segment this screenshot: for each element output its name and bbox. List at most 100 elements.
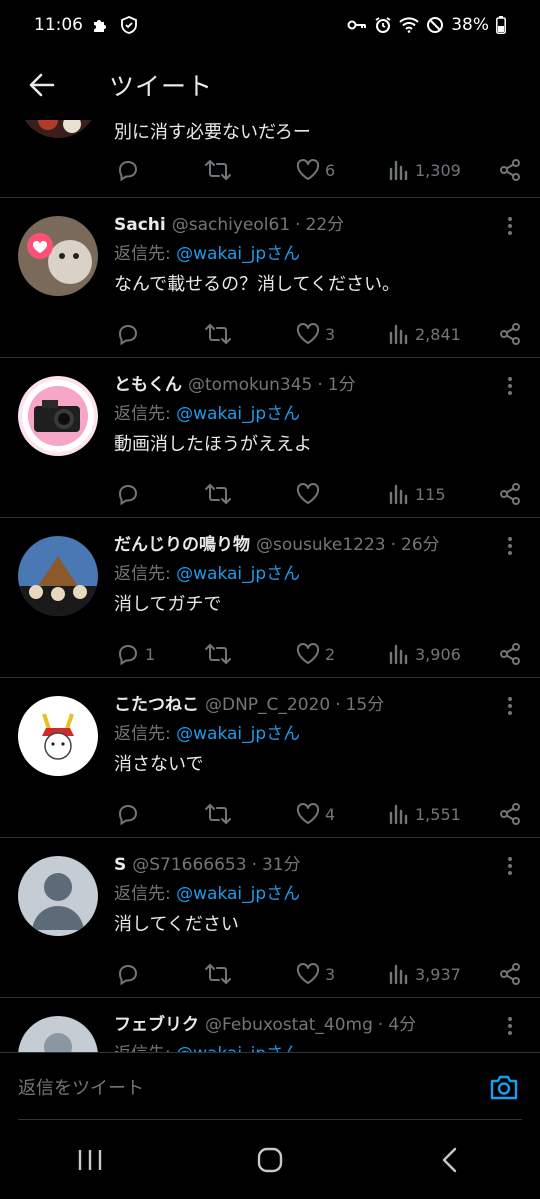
views-button[interactable]: 3,937 xyxy=(388,963,461,985)
author-handle[interactable]: @Febuxostat_40mg xyxy=(205,1012,373,1038)
retweet-button[interactable] xyxy=(204,962,232,986)
share-button[interactable] xyxy=(498,642,522,666)
views-button[interactable]: 2,841 xyxy=(388,323,461,345)
battery-icon xyxy=(496,16,506,34)
views-button[interactable]: 1,309 xyxy=(388,159,461,181)
more-icon xyxy=(508,537,512,541)
author-handle[interactable]: @S71666653 xyxy=(132,852,246,878)
more-options-button[interactable] xyxy=(500,214,520,238)
reply-to-link[interactable]: @wakai_jpさん xyxy=(176,244,300,264)
tweet-item[interactable]: Sachi @sachiyeol61 · 22分 返信先: @wakai_jpさ… xyxy=(0,198,540,358)
reply-to-link[interactable]: @wakai_jpさん xyxy=(176,564,300,584)
more-options-button[interactable] xyxy=(500,534,520,558)
reply-button[interactable] xyxy=(116,322,145,346)
back-button[interactable] xyxy=(17,60,67,110)
tweet-actions: 3 3,937 xyxy=(114,954,522,994)
reply-button[interactable] xyxy=(116,482,145,506)
more-options-button[interactable] xyxy=(500,1014,520,1038)
tweet-item[interactable]: こたつねこ @DNP_C_2020 · 15分 返信先: @wakai_jpさん… xyxy=(0,678,540,838)
tweet-text: 消してください xyxy=(114,914,239,935)
tweet-header: Sachi @sachiyeol61 · 22分 xyxy=(114,212,522,238)
like-button[interactable]: 6 xyxy=(296,159,335,181)
separator-dot: · xyxy=(295,215,301,235)
tweet-body: こたつねこ @DNP_C_2020 · 15分 返信先: @wakai_jpさん… xyxy=(114,692,522,780)
like-button[interactable]: 4 xyxy=(296,803,335,825)
author-name[interactable]: こたつねこ xyxy=(114,692,199,718)
avatar[interactable] xyxy=(18,856,98,936)
share-button[interactable] xyxy=(498,802,522,826)
like-button[interactable]: 2 xyxy=(296,643,335,665)
retweet-button[interactable] xyxy=(204,322,232,346)
author-name[interactable]: ともくん xyxy=(114,372,182,398)
views-icon xyxy=(389,644,408,665)
retweet-button[interactable] xyxy=(204,482,232,506)
reply-button[interactable] xyxy=(116,802,145,826)
share-button[interactable] xyxy=(498,962,522,986)
views-button[interactable]: 3,906 xyxy=(388,643,461,665)
system-nav-bar xyxy=(0,1120,540,1199)
share-button[interactable] xyxy=(498,482,522,506)
wifi-icon xyxy=(399,17,419,33)
reply-to-line: 返信先: @wakai_jpさん xyxy=(114,559,522,589)
reply-input[interactable]: 返信をツイート xyxy=(18,1074,486,1100)
like-button[interactable] xyxy=(296,483,325,505)
reply-button[interactable] xyxy=(116,158,140,182)
tweet-time: 1分 xyxy=(327,375,356,395)
like-count: 6 xyxy=(325,160,336,180)
share-icon xyxy=(500,963,520,985)
more-options-button[interactable] xyxy=(500,694,520,718)
share-button[interactable] xyxy=(498,158,522,182)
dnd-icon xyxy=(426,16,444,34)
like-button[interactable]: 3 xyxy=(296,323,335,345)
more-icon xyxy=(508,857,512,861)
author-name[interactable]: Sachi xyxy=(114,212,166,238)
back-nav-icon xyxy=(442,1147,457,1172)
tweet-partial[interactable]: 別に消す必要ないだろー 6 1,309 xyxy=(0,120,540,198)
tweet-item[interactable]: だんじりの鳴り物 @sousuke1223 · 26分 返信先: @wakai_… xyxy=(0,518,540,678)
avatar[interactable] xyxy=(18,1016,98,1052)
back-nav-button[interactable] xyxy=(420,1130,480,1190)
reply-timeline[interactable]: 別に消す必要ないだろー 6 1,309 Sachi @sachiyeol61 ·… xyxy=(0,120,540,1052)
tweet-item[interactable]: S @S71666653 · 31分 返信先: @wakai_jpさん 消してく… xyxy=(0,838,540,998)
share-button[interactable] xyxy=(498,322,522,346)
author-handle[interactable]: @sachiyeol61 xyxy=(172,212,290,238)
avatar[interactable] xyxy=(18,216,98,296)
reply-to-link[interactable]: @wakai_jpさん xyxy=(176,1044,300,1052)
view-count: 1,551 xyxy=(415,804,461,824)
author-handle[interactable]: @tomokun345 xyxy=(188,372,312,398)
camera-button[interactable] xyxy=(486,1069,522,1105)
reply-button[interactable] xyxy=(116,962,145,986)
reply-to-link[interactable]: @wakai_jpさん xyxy=(176,884,300,904)
tweet-actions: 4 1,551 xyxy=(114,794,522,834)
avatar[interactable] xyxy=(18,120,98,138)
tweet-header: だんじりの鳴り物 @sousuke1223 · 26分 xyxy=(114,532,522,558)
retweet-button[interactable] xyxy=(204,642,232,666)
author-name[interactable]: フェブリク xyxy=(114,1012,199,1038)
key-icon xyxy=(347,17,367,33)
more-options-button[interactable] xyxy=(500,854,520,878)
author-handle[interactable]: @DNP_C_2020 xyxy=(205,692,330,718)
avatar[interactable] xyxy=(18,376,98,456)
reply-button[interactable]: 1 xyxy=(116,642,155,666)
reply-to-link[interactable]: @wakai_jpさん xyxy=(176,404,300,424)
retweet-button[interactable] xyxy=(204,802,232,826)
reply-to-link[interactable]: @wakai_jpさん xyxy=(176,724,300,744)
author-name[interactable]: だんじりの鳴り物 xyxy=(114,532,250,558)
views-button[interactable]: 1,551 xyxy=(388,803,461,825)
more-options-button[interactable] xyxy=(500,374,520,398)
status-time: 11:06 xyxy=(34,15,83,35)
author-handle[interactable]: @sousuke1223 xyxy=(256,532,386,558)
author-name[interactable]: S xyxy=(114,852,126,878)
retweet-button[interactable] xyxy=(204,158,232,182)
tweet-body: だんじりの鳴り物 @sousuke1223 · 26分 返信先: @wakai_… xyxy=(114,532,522,620)
like-button[interactable]: 3 xyxy=(296,963,335,985)
retweet-icon xyxy=(205,484,231,504)
tweet-item[interactable]: フェブリク @Febuxostat_40mg · 4分 返信先: @wakai_… xyxy=(0,998,540,1052)
home-button[interactable] xyxy=(240,1130,300,1190)
avatar[interactable] xyxy=(18,696,98,776)
tweet-text: 消してガチで xyxy=(114,594,222,615)
avatar[interactable] xyxy=(18,536,98,616)
tweet-item[interactable]: ともくん @tomokun345 · 1分 返信先: @wakai_jpさん 動… xyxy=(0,358,540,518)
recents-button[interactable] xyxy=(60,1130,120,1190)
views-button[interactable]: 115 xyxy=(388,483,446,505)
